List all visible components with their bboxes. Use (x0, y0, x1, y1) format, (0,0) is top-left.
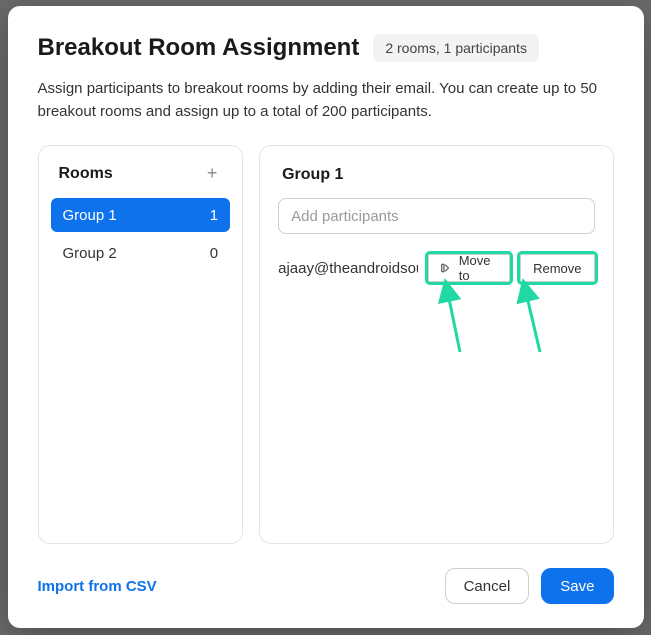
participant-row: ajaay@theandroidsou Move to (278, 254, 594, 282)
import-from-csv-link[interactable]: Import from CSV (38, 578, 157, 595)
participants-panel: Group 1 ajaay@theandroidsou Move (259, 145, 613, 544)
room-item-group-2[interactable]: Group 2 0 (51, 236, 231, 270)
add-participants-input[interactable] (278, 198, 594, 234)
breakout-assignment-modal: Breakout Room Assignment 2 rooms, 1 part… (8, 6, 644, 628)
save-button[interactable]: Save (541, 568, 613, 604)
participant-email: ajaay@theandroidsou (278, 260, 418, 277)
modal-description: Assign participants to breakout rooms by… (38, 78, 614, 123)
move-to-icon (441, 262, 453, 274)
remove-button[interactable]: Remove (520, 254, 594, 282)
rooms-heading: Rooms (59, 165, 113, 183)
rooms-panel-header: Rooms + (51, 164, 231, 198)
remove-label: Remove (533, 261, 581, 276)
rooms-panel: Rooms + Group 1 1 Group 2 0 (38, 145, 244, 544)
room-item-group-1[interactable]: Group 1 1 (51, 198, 231, 232)
modal-header: Breakout Room Assignment 2 rooms, 1 part… (38, 34, 614, 62)
room-name: Group 1 (63, 207, 117, 224)
footer-actions: Cancel Save (445, 568, 614, 604)
modal-footer: Import from CSV Cancel Save (38, 568, 614, 604)
participant-actions: Move to Remove (428, 254, 595, 282)
rooms-summary-pill: 2 rooms, 1 participants (373, 34, 539, 62)
move-to-label: Move to (459, 253, 497, 283)
add-room-button[interactable]: + (202, 164, 222, 184)
room-name: Group 2 (63, 245, 117, 262)
modal-title: Breakout Room Assignment (38, 34, 360, 62)
move-to-button[interactable]: Move to (428, 254, 510, 282)
room-count: 1 (210, 207, 218, 224)
cancel-button[interactable]: Cancel (445, 568, 530, 604)
modal-backdrop: Breakout Room Assignment 2 rooms, 1 part… (0, 0, 651, 635)
selected-room-heading: Group 1 (282, 166, 594, 184)
room-count: 0 (210, 245, 218, 262)
panels-container: Rooms + Group 1 1 Group 2 0 Group 1 ajaa… (38, 145, 614, 544)
